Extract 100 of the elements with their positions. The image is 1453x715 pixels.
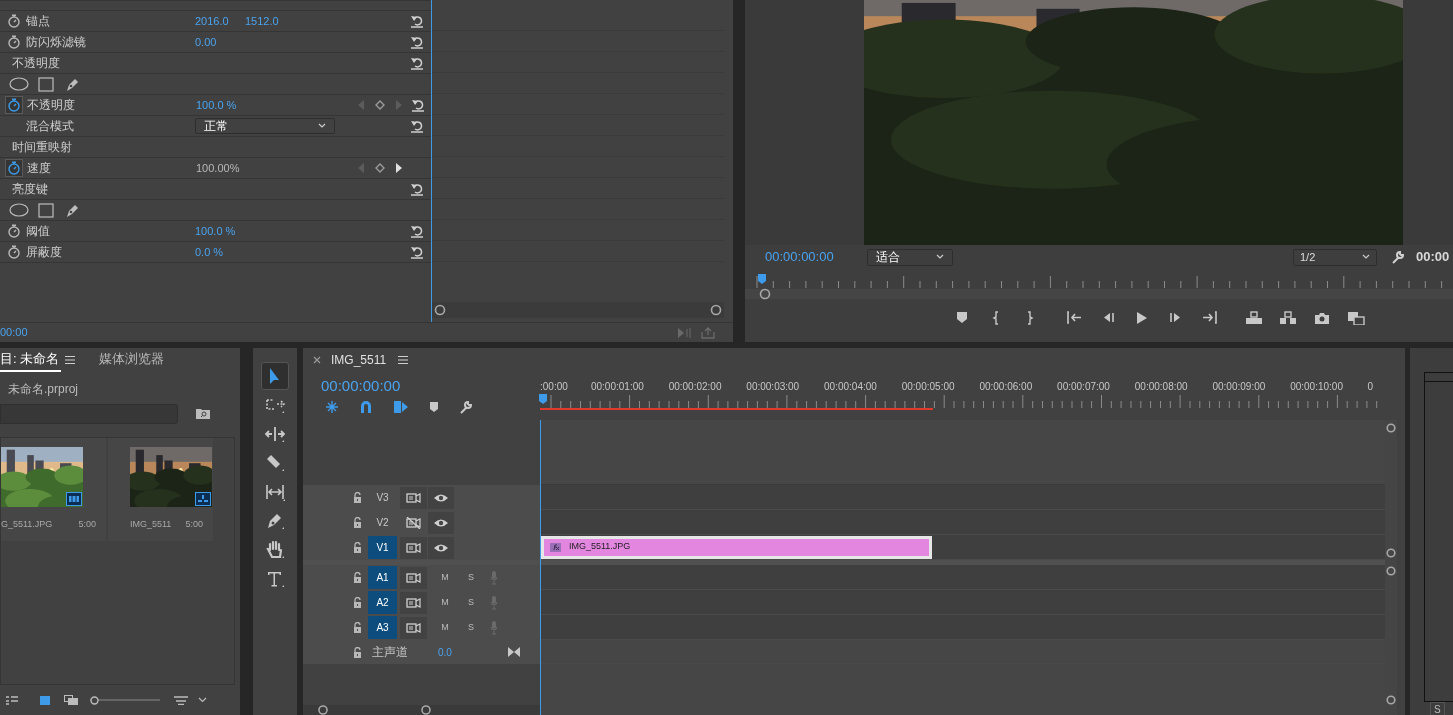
lock-icon[interactable] <box>353 492 362 503</box>
param-value[interactable]: 100.00% <box>196 159 246 177</box>
slider-handle[interactable] <box>90 695 99 705</box>
eye-icon[interactable] <box>428 511 454 534</box>
camera-icon[interactable] <box>400 591 427 614</box>
go-to-out-button[interactable] <box>1202 311 1218 325</box>
track-target-toggle[interactable]: A2 <box>368 591 397 614</box>
solo-toggle[interactable]: S <box>463 570 479 585</box>
mute-toggle[interactable]: M <box>437 620 453 635</box>
chevron-icon[interactable] <box>198 697 207 703</box>
lock-icon[interactable] <box>353 597 362 608</box>
pen-icon[interactable] <box>64 76 80 92</box>
section-label[interactable]: 不透明度 <box>0 54 410 72</box>
reset-icon[interactable] <box>410 224 424 238</box>
solo-button[interactable]: S <box>1430 702 1445 715</box>
add-keyframe-button[interactable] <box>375 100 385 110</box>
stopwatch-icon[interactable] <box>5 96 23 114</box>
track-target-toggle[interactable]: A1 <box>368 566 397 589</box>
camera-icon[interactable] <box>400 486 427 509</box>
rectangle-mask-button[interactable] <box>38 76 54 92</box>
panel-tab[interactable]: 媒体浏览器 <box>99 348 165 372</box>
marker-button[interactable] <box>956 311 968 325</box>
mark-in-button[interactable] <box>992 311 1000 325</box>
step-back-button[interactable] <box>1101 311 1115 325</box>
blend-mode-dropdown[interactable]: 正常 <box>195 118 335 134</box>
reset-icon[interactable] <box>410 14 424 28</box>
mute-toggle[interactable]: M <box>437 595 453 610</box>
insert-button[interactable] <box>1245 311 1263 325</box>
scroll-handle[interactable] <box>434 304 446 316</box>
param-value[interactable]: 0.0 % <box>195 243 245 261</box>
menu-icon[interactable] <box>65 355 76 365</box>
scroll-handle[interactable] <box>1386 423 1396 433</box>
stopwatch-icon[interactable] <box>5 159 23 177</box>
pen-icon[interactable] <box>64 202 80 218</box>
mute-toggle[interactable]: M <box>437 570 453 585</box>
sort-icon[interactable] <box>174 695 188 705</box>
mark-out-button[interactable] <box>1026 311 1034 325</box>
track-target-toggle[interactable]: V2 <box>368 511 397 534</box>
param-value[interactable]: 100.0 % <box>196 96 246 114</box>
freeform-view-icon[interactable] <box>64 695 78 705</box>
play-button[interactable] <box>1135 311 1149 325</box>
param-value[interactable]: 100.0 % <box>195 222 245 240</box>
reset-icon[interactable] <box>410 245 424 259</box>
playhead-marker[interactable] <box>539 394 547 404</box>
solo-toggle[interactable]: S <box>463 620 479 635</box>
rectangle-mask-button[interactable] <box>38 202 54 218</box>
track-target-toggle[interactable]: A3 <box>368 616 397 639</box>
close-icon[interactable] <box>313 356 321 364</box>
snap-icon[interactable] <box>359 400 373 414</box>
zoom-slider[interactable] <box>90 695 160 705</box>
wrench-icon[interactable] <box>459 400 473 414</box>
solo-toggle[interactable]: S <box>463 595 479 610</box>
eye-icon[interactable] <box>428 486 454 509</box>
media-card[interactable]: G_5511.JPG 5:00 <box>1 438 106 541</box>
bowtie-icon[interactable] <box>508 647 520 657</box>
sequence-tab[interactable]: IMG_5511 <box>331 351 387 369</box>
lock-icon[interactable] <box>353 542 362 553</box>
stopwatch-icon[interactable] <box>6 34 22 50</box>
lock-icon[interactable] <box>353 622 362 633</box>
add-keyframe-button[interactable] <box>375 163 385 173</box>
camera-button[interactable] <box>1314 311 1330 325</box>
selection-tool[interactable] <box>261 362 289 390</box>
stopwatch-icon[interactable] <box>6 223 22 239</box>
param-value[interactable]: 2016.0 <box>195 12 245 30</box>
section-label[interactable]: 时间重映射 <box>0 138 410 156</box>
nest-toggle-icon[interactable] <box>325 400 339 414</box>
reset-icon[interactable] <box>410 119 424 133</box>
resolution-dropdown[interactable]: 1/2 <box>1293 248 1377 266</box>
param-value[interactable]: 0.00 <box>195 33 245 51</box>
scroll-handle[interactable] <box>710 304 722 316</box>
scroll-handle[interactable] <box>317 705 329 715</box>
playhead-marker[interactable] <box>758 274 766 284</box>
section-label[interactable]: 亮度键 <box>0 180 410 198</box>
list-view-icon[interactable] <box>6 695 18 705</box>
marker-icon[interactable] <box>429 401 439 413</box>
linked-selection-icon[interactable] <box>393 400 409 414</box>
lock-icon[interactable] <box>353 646 362 658</box>
step-forward-button[interactable] <box>1169 311 1183 325</box>
go-to-in-button[interactable] <box>1066 311 1082 325</box>
ellipse-mask-button[interactable] <box>9 77 29 91</box>
menu-icon[interactable] <box>398 355 409 365</box>
lock-icon[interactable] <box>353 572 362 583</box>
zoom-dropdown[interactable]: 适合 <box>867 248 953 266</box>
zoom-handle[interactable] <box>759 288 771 300</box>
reset-icon[interactable] <box>410 182 424 196</box>
param-value[interactable]: 1512.0 <box>245 12 295 30</box>
eye-icon[interactable] <box>428 536 454 559</box>
search-folder-icon[interactable] <box>196 409 210 419</box>
icon-view-icon[interactable] <box>40 695 50 705</box>
compare-button[interactable] <box>1347 311 1365 325</box>
camera-icon[interactable] <box>400 536 427 559</box>
media-card[interactable]: IMG_5511 5:00 <box>108 438 213 541</box>
camera-icon[interactable] <box>400 566 427 589</box>
overwrite-button[interactable] <box>1279 311 1297 325</box>
wrench-icon[interactable] <box>1391 250 1405 264</box>
scroll-handle[interactable] <box>1386 695 1396 705</box>
ellipse-mask-button[interactable] <box>9 203 29 217</box>
camera-icon[interactable] <box>400 616 427 639</box>
panel-tab[interactable]: 目: 未命名 <box>0 348 62 372</box>
master-volume[interactable]: 0.0 <box>438 644 508 660</box>
